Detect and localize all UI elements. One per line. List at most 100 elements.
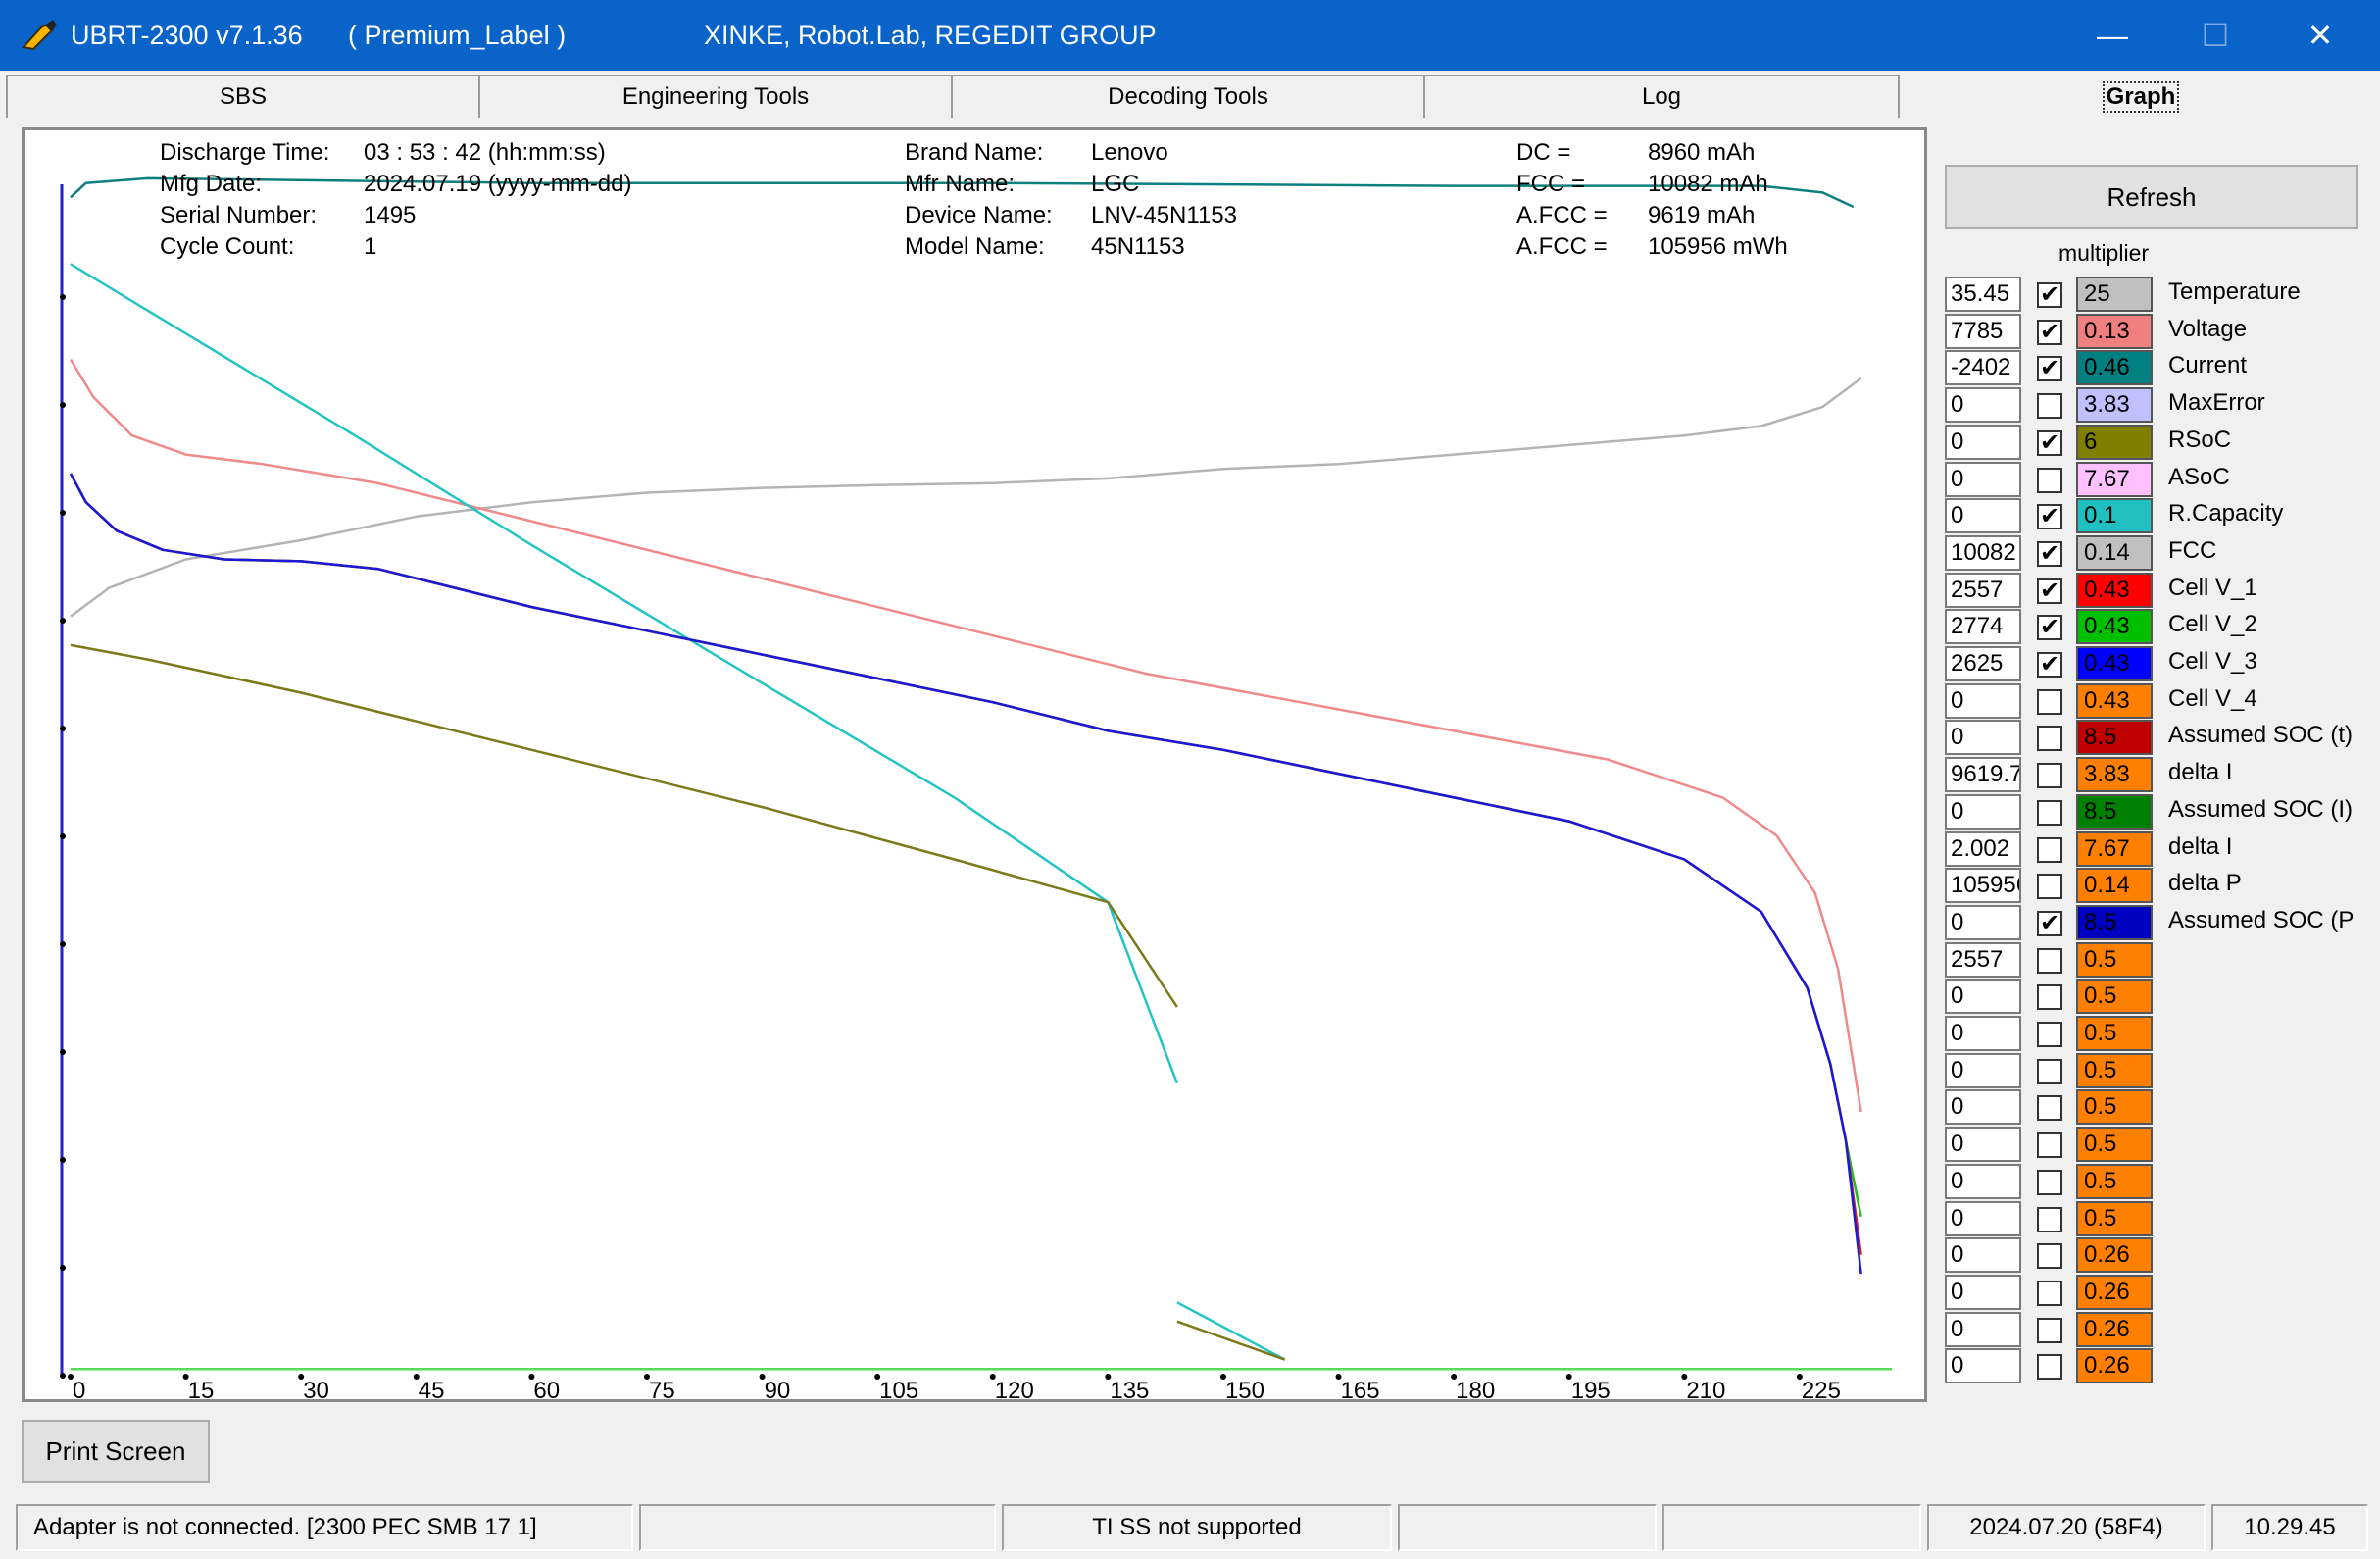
channel-checkbox[interactable] — [2037, 1169, 2062, 1195]
status-panel-2 — [639, 1504, 996, 1551]
channel-checkbox[interactable] — [2037, 1354, 2062, 1381]
tab-sbs[interactable]: SBS — [6, 75, 480, 118]
channel-multiplier[interactable]: 0.43 — [2076, 646, 2153, 681]
channel-checkbox[interactable] — [2037, 874, 2062, 900]
channel-checkbox[interactable]: ✔ — [2037, 356, 2062, 382]
channel-checkbox[interactable]: ✔ — [2037, 910, 2062, 936]
channel-multiplier[interactable]: 0.5 — [2076, 1089, 2153, 1126]
channel-multiplier[interactable]: 0.43 — [2076, 609, 2153, 645]
channel-multiplier[interactable]: 0.26 — [2076, 1311, 2153, 1347]
channel-multiplier[interactable]: 8.5 — [2076, 904, 2153, 940]
channel-multiplier[interactable]: 7.67 — [2076, 461, 2153, 497]
channel-checkbox[interactable]: ✔ — [2037, 578, 2062, 604]
channel-checkbox[interactable]: ✔ — [2037, 504, 2062, 530]
tab-decoding-tools[interactable]: Decoding Tools — [951, 75, 1425, 118]
brand-name-value: Lenovo — [1091, 139, 1168, 166]
channel-multiplier[interactable]: 8.5 — [2076, 720, 2153, 756]
channel-multiplier[interactable]: 0.1 — [2076, 498, 2153, 534]
dc-value: 8960 mAh — [1648, 139, 1756, 166]
channel-checkbox[interactable]: ✔ — [2037, 652, 2062, 678]
x-tick-label: 75 — [649, 1378, 675, 1399]
channel-checkbox[interactable]: ✔ — [2037, 429, 2062, 456]
channel-checkbox[interactable]: ✔ — [2037, 540, 2062, 567]
series-rsoc-tail — [1176, 1320, 1286, 1361]
channel-value: 0 — [1945, 461, 2021, 497]
channel-checkbox[interactable] — [2037, 688, 2062, 715]
channel-multiplier[interactable]: 25 — [2076, 277, 2153, 312]
minimize-button[interactable]: — — [2058, 0, 2166, 71]
channel-multiplier[interactable]: 0.5 — [2076, 1127, 2153, 1163]
channel-multiplier[interactable]: 0.14 — [2076, 534, 2153, 571]
x-tick-label: 15 — [188, 1378, 215, 1399]
channel-checkbox[interactable] — [2037, 1095, 2062, 1122]
channel-multiplier[interactable]: 0.5 — [2076, 941, 2153, 978]
channel-multiplier[interactable]: 0.46 — [2076, 350, 2153, 386]
channel-checkbox[interactable] — [2037, 1058, 2062, 1084]
channel-multiplier[interactable]: 0.43 — [2076, 682, 2153, 719]
channel-checkbox[interactable] — [2037, 984, 2062, 1011]
x-tick-label: 105 — [879, 1378, 918, 1399]
tab-log[interactable]: Log — [1423, 75, 1900, 118]
channel-checkbox[interactable] — [2037, 1317, 2062, 1343]
channel-multiplier[interactable]: 8.5 — [2076, 793, 2153, 830]
channel-multiplier[interactable]: 3.83 — [2076, 387, 2153, 424]
x-tick-label: 60 — [533, 1378, 560, 1399]
channel-checkbox[interactable]: ✔ — [2037, 615, 2062, 641]
channel-checkbox[interactable] — [2037, 1280, 2062, 1306]
channel-checkbox[interactable] — [2037, 726, 2062, 752]
graph-panel: 0 15 30 45 60 75 90 105 120 135 150 165 180 195 210 225… — [22, 127, 1927, 1402]
channel-checkbox[interactable]: ✔ — [2037, 282, 2062, 308]
channel-checkbox[interactable] — [2037, 799, 2062, 826]
channel-multiplier[interactable]: 3.83 — [2076, 757, 2153, 793]
status-panel-4 — [1398, 1504, 1657, 1551]
channel-multiplier[interactable]: 0.26 — [2076, 1237, 2153, 1274]
channel-multiplier[interactable]: 0.43 — [2076, 572, 2153, 608]
channel-name: Cell V_2 — [2168, 611, 2257, 638]
channel-value: 2774 — [1945, 609, 2021, 645]
channel-checkbox[interactable] — [2037, 1206, 2062, 1232]
tab-engineering-tools[interactable]: Engineering Tools — [478, 75, 953, 118]
channel-checkbox[interactable] — [2037, 1022, 2062, 1047]
print-screen-button[interactable]: Print Screen — [22, 1420, 210, 1483]
channel-multiplier[interactable]: 0.5 — [2076, 1200, 2153, 1236]
battery-logo-icon — [22, 20, 57, 51]
channel-name: delta I — [2168, 759, 2233, 786]
multiplier-header: multiplier — [2058, 240, 2150, 266]
afcc-mah-value: 9619 mAh — [1648, 202, 1756, 228]
channel-multiplier[interactable]: 0.14 — [2076, 868, 2153, 904]
model-name-value: 45N1153 — [1091, 233, 1185, 260]
channel-multiplier[interactable]: 0.26 — [2076, 1274, 2153, 1310]
channel-multiplier[interactable]: 0.5 — [2076, 1163, 2153, 1199]
channel-multiplier[interactable]: 0.26 — [2076, 1348, 2153, 1384]
channel-value: 0 — [1945, 720, 2021, 756]
channel-name: RSoC — [2168, 426, 2232, 453]
tab-graph[interactable]: Graph — [1902, 73, 2380, 120]
channel-checkbox[interactable] — [2037, 1132, 2062, 1159]
brand-name-label: Brand Name: — [905, 139, 1044, 166]
maximize-button[interactable]: ☐ — [2161, 0, 2269, 71]
refresh-button[interactable]: Refresh — [1945, 165, 2358, 229]
channel-name: Current — [2168, 352, 2248, 379]
series-voltage — [69, 358, 1862, 1113]
channel-multiplier[interactable]: 6 — [2076, 424, 2153, 460]
channel-value: 0 — [1945, 387, 2021, 424]
series-temperature — [70, 377, 1862, 618]
channel-checkbox[interactable] — [2037, 763, 2062, 789]
channel-checkbox[interactable] — [2037, 1243, 2062, 1270]
channel-multiplier[interactable]: 0.5 — [2076, 1016, 2153, 1051]
channel-value: 10082 — [1945, 534, 2021, 571]
close-button[interactable]: ✕ — [2266, 0, 2374, 71]
channel-checkbox[interactable] — [2037, 947, 2062, 974]
channel-checkbox[interactable] — [2037, 467, 2062, 493]
channel-multiplier[interactable]: 0.13 — [2076, 313, 2153, 349]
channel-checkbox[interactable]: ✔ — [2037, 319, 2062, 345]
channel-checkbox[interactable] — [2037, 393, 2062, 420]
channel-value: 0 — [1945, 1348, 2021, 1384]
fcc-label: FCC = — [1516, 171, 1586, 197]
channel-multiplier[interactable]: 0.5 — [2076, 979, 2153, 1015]
channel-multiplier[interactable]: 7.67 — [2076, 830, 2153, 867]
channel-value: 0 — [1945, 979, 2021, 1015]
channel-checkbox[interactable] — [2037, 836, 2062, 863]
fcc-value: 10082 mAh — [1648, 171, 1768, 197]
channel-multiplier[interactable]: 0.5 — [2076, 1052, 2153, 1088]
